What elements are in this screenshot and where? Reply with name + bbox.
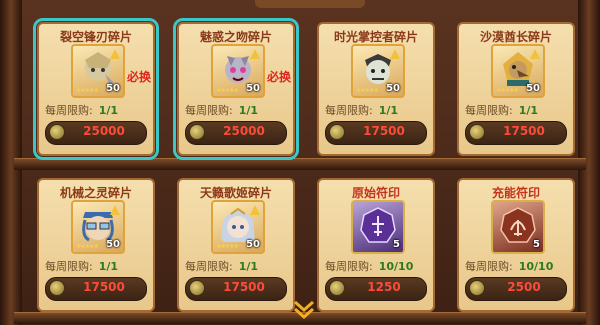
price-bar: 17500 — [465, 121, 567, 145]
shelf-divider — [14, 158, 586, 170]
weekly-limit: 每周限购: 1/1 — [45, 104, 119, 117]
item-icon-frame: ★★★★★ 50 — [211, 200, 265, 254]
price-bar: 2500 — [465, 277, 567, 301]
shard-badge-icon — [110, 205, 120, 215]
item-quantity: 5 — [393, 239, 400, 250]
coin-icon — [189, 124, 205, 140]
weekly-limit: 每周限购: 10/10 — [325, 260, 414, 273]
weekly-limit: 每周限购: 1/1 — [325, 104, 399, 117]
scroll-down-icon[interactable] — [293, 300, 315, 320]
shop-item-card[interactable]: 充能符印 5 每周限购: 10/10 2500 — [457, 178, 575, 312]
shard-badge-icon — [250, 49, 260, 59]
item-name: 沙漠酋长碎片 — [479, 30, 552, 44]
shard-badge-icon — [110, 49, 120, 59]
item-quantity: 5 — [533, 239, 540, 250]
item-price: 17500 — [363, 124, 405, 138]
star-rating: ★★★★★ — [76, 243, 99, 250]
item-quantity: 50 — [246, 239, 260, 250]
shop-item-card[interactable]: 沙漠酋长碎片 ★★★★★ 50 每周限购: 1/1 17500 — [457, 22, 575, 156]
item-price: 1250 — [367, 280, 401, 294]
item-icon-frame: ★★★★★ 50 — [351, 44, 405, 98]
item-name: 充能符印 — [491, 186, 540, 200]
coin-icon — [49, 280, 65, 296]
price-bar: 17500 — [325, 121, 427, 145]
price-bar: 25000 — [45, 121, 147, 145]
coin-icon — [469, 280, 485, 296]
price-bar: 17500 — [45, 277, 147, 301]
item-icon-frame: ★★★★★ 50 — [71, 44, 125, 98]
item-price: 25000 — [223, 124, 265, 138]
item-quantity: 50 — [246, 83, 260, 94]
item-name: 原始符印 — [351, 186, 400, 200]
price-bar: 1250 — [325, 277, 427, 301]
item-name: 时光掌控者碎片 — [333, 30, 418, 44]
item-name: 魅惑之吻碎片 — [199, 30, 272, 44]
weekly-limit: 每周限购: 10/10 — [465, 260, 554, 273]
star-rating: ★★★★★ — [356, 87, 379, 94]
item-price: 17500 — [83, 280, 125, 294]
item-name: 机械之灵碎片 — [59, 186, 132, 200]
item-quantity: 50 — [106, 239, 120, 250]
item-icon-frame: ★★★★★ 50 — [491, 44, 545, 98]
shop-item-card[interactable]: 时光掌控者碎片 ★★★★★ 50 每周限购: 1/1 17500 — [317, 22, 435, 156]
item-quantity: 50 — [386, 83, 400, 94]
item-price: 17500 — [503, 124, 545, 138]
coin-icon — [469, 124, 485, 140]
weekly-limit: 每周限购: 1/1 — [45, 260, 119, 273]
shard-badge-icon — [250, 205, 260, 215]
item-price: 2500 — [507, 280, 541, 294]
item-name: 天籁歌姬碎片 — [199, 186, 272, 200]
star-rating: ★★★★★ — [216, 243, 239, 250]
shard-badge-icon — [390, 49, 400, 59]
star-rating: ★★★★★ — [216, 87, 239, 94]
rune-icon — [500, 207, 536, 243]
coin-icon — [329, 124, 345, 140]
shop-item-card[interactable]: 原始符印 5 每周限购: 10/10 1250 — [317, 178, 435, 312]
must-exchange-label: 必换 — [127, 70, 152, 84]
header-tab — [255, 0, 365, 8]
item-price: 17500 — [223, 280, 265, 294]
item-name: 裂空锋刃碎片 — [59, 30, 132, 44]
rune-icon — [360, 207, 396, 243]
star-rating: ★★★★★ — [76, 87, 99, 94]
item-icon-frame: 5 — [351, 200, 405, 254]
item-icon-frame: ★★★★★ 50 — [71, 200, 125, 254]
item-quantity: 50 — [526, 83, 540, 94]
item-price: 25000 — [83, 124, 125, 138]
shop-item-card[interactable]: 机械之灵碎片 ★★★★★ 50 每周限购: 1/1 17500 — [37, 178, 155, 312]
shard-badge-icon — [530, 49, 540, 59]
must-exchange-label: 必换 — [267, 70, 292, 84]
weekly-limit: 每周限购: 1/1 — [465, 104, 539, 117]
item-quantity: 50 — [106, 83, 120, 94]
coin-icon — [329, 280, 345, 296]
shop-item-card[interactable]: 天籁歌姬碎片 ★★★★★ 50 每周限购: 1/1 17500 — [177, 178, 295, 312]
price-bar: 17500 — [185, 277, 287, 301]
coin-icon — [49, 124, 65, 140]
shop-item-card[interactable]: 裂空锋刃碎片 ★★★★★ 50 必换 每周限购: 1/1 25000 — [33, 18, 159, 160]
weekly-limit: 每周限购: 1/1 — [185, 104, 259, 117]
weekly-limit: 每周限购: 1/1 — [185, 260, 259, 273]
coin-icon — [189, 280, 205, 296]
item-icon-frame: ★★★★★ 50 — [211, 44, 265, 98]
item-icon-frame: 5 — [491, 200, 545, 254]
price-bar: 25000 — [185, 121, 287, 145]
star-rating: ★★★★★ — [496, 87, 519, 94]
shop-item-card[interactable]: 魅惑之吻碎片 ★★★★★ 50 必换 每周限购: 1/1 25000 — [173, 18, 299, 160]
